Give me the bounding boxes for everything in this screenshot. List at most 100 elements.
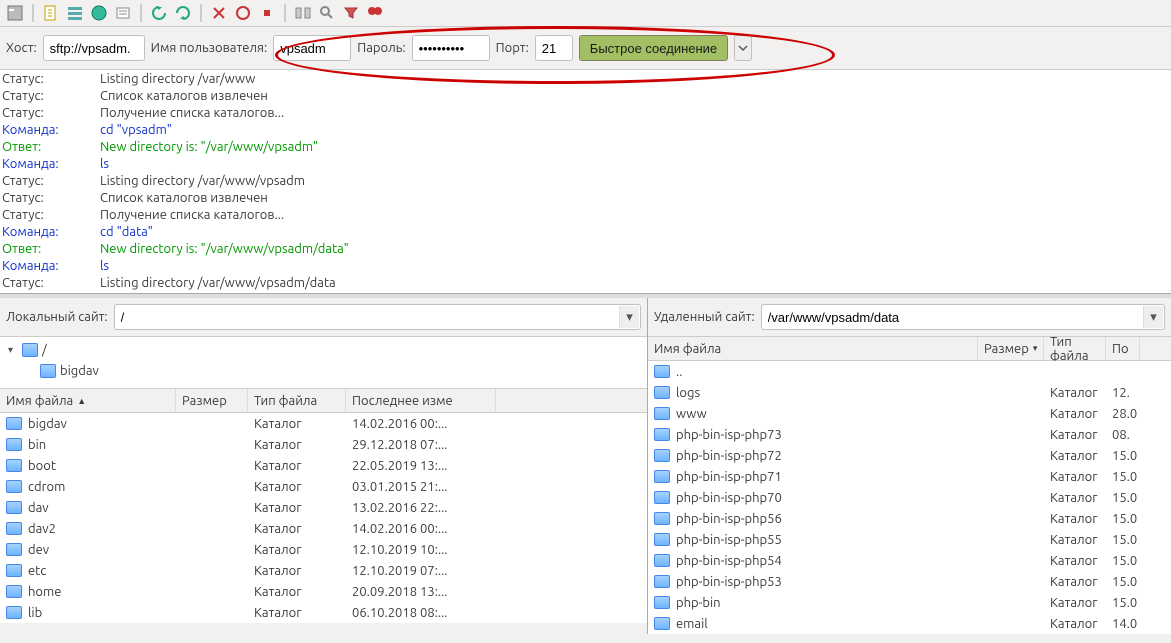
remote-site-bar: Удаленный сайт: ▾ xyxy=(648,298,1171,337)
table-row[interactable]: bootКаталог22.05.2019 13:... xyxy=(0,455,647,476)
pass-input[interactable] xyxy=(412,35,490,61)
search-icon[interactable] xyxy=(318,4,336,22)
folder-icon xyxy=(6,522,22,535)
folder-icon xyxy=(6,459,22,472)
log-label: Ответ: xyxy=(0,139,100,156)
cell-type: Каталог xyxy=(248,417,346,431)
refresh-right-icon[interactable] xyxy=(174,4,192,22)
col-name[interactable]: Имя файла▲ xyxy=(0,389,176,412)
compare-icon[interactable] xyxy=(294,4,312,22)
col-type[interactable]: Тип файла xyxy=(248,389,346,412)
folder-icon xyxy=(6,501,22,514)
remote-path-input[interactable] xyxy=(761,304,1165,330)
log-message: Listing directory /var/www/vpsadm/data xyxy=(100,275,1171,292)
cell-name: php-bin-isp-php53 xyxy=(648,575,978,589)
port-label: Порт: xyxy=(496,41,529,55)
folder-icon xyxy=(654,596,670,609)
folder-icon xyxy=(654,407,670,420)
table-row[interactable]: bigdavКаталог14.02.2016 00:... xyxy=(0,413,647,434)
table-row[interactable]: logsКаталог12. xyxy=(648,382,1171,403)
log-row: Команда:ls xyxy=(0,156,1171,173)
bookmark-icon[interactable] xyxy=(366,4,384,22)
filter-icon[interactable] xyxy=(342,4,360,22)
folder-icon xyxy=(6,438,22,451)
table-row[interactable]: dav2Каталог14.02.2016 00:... xyxy=(0,518,647,539)
folder-icon xyxy=(6,480,22,493)
folder-icon xyxy=(6,606,22,619)
folder-icon xyxy=(654,533,670,546)
table-row[interactable]: php-bin-isp-php71Каталог15.0 xyxy=(648,466,1171,487)
cell-date: 22.05.2019 13:... xyxy=(346,459,496,473)
folder-icon xyxy=(40,364,56,378)
table-row[interactable]: etcКаталог12.10.2019 07:... xyxy=(0,560,647,581)
folder-icon xyxy=(654,512,670,525)
chevron-down-icon[interactable]: ▾ xyxy=(1143,306,1163,328)
local-tree[interactable]: ▾/ bigdav xyxy=(0,337,647,389)
table-row[interactable]: php-bin-isp-php73Каталог08. xyxy=(648,424,1171,445)
table-row[interactable]: davКаталог13.02.2016 22:... xyxy=(0,497,647,518)
cell-name: email xyxy=(648,617,978,631)
chevron-down-icon[interactable]: ▾ xyxy=(619,306,639,328)
tree-label: / xyxy=(42,343,47,357)
col-size[interactable]: Размер xyxy=(176,389,248,412)
table-row[interactable]: binКаталог29.12.2018 07:... xyxy=(0,434,647,455)
table-row[interactable]: php-bin-isp-php53Каталог15.0 xyxy=(648,571,1171,592)
local-site-label: Локальный сайт: xyxy=(6,310,108,324)
table-row[interactable]: homeКаталог20.09.2018 13:... xyxy=(0,581,647,602)
quickconnect-button[interactable]: Быстрое соединение xyxy=(579,35,728,61)
log-row: Статус:Listing directory /var/www/vpsadm… xyxy=(0,275,1171,292)
table-row[interactable]: php-bin-isp-php55Каталог15.0 xyxy=(648,529,1171,550)
user-input[interactable] xyxy=(273,35,351,61)
cell-type: Каталог xyxy=(1044,491,1106,505)
table-row[interactable]: php-bin-isp-php72Каталог15.0 xyxy=(648,445,1171,466)
log-label: Команда: xyxy=(0,156,100,173)
col-type[interactable]: Тип файла xyxy=(1044,337,1106,360)
log-label: Статус: xyxy=(0,207,100,224)
table-row[interactable]: php-bin-isp-php56Каталог15.0 xyxy=(648,508,1171,529)
log-row: Статус:Получение списка каталогов... xyxy=(0,105,1171,122)
remote-file-list[interactable]: ..logsКаталог12.wwwКаталог28.0php-bin-is… xyxy=(648,361,1171,634)
disconnect-icon[interactable] xyxy=(210,4,228,22)
queue-icon[interactable] xyxy=(114,4,132,22)
local-file-list[interactable]: bigdavКаталог14.02.2016 00:...binКаталог… xyxy=(0,413,647,623)
list-icon[interactable] xyxy=(66,4,84,22)
cell-name: php-bin-isp-php70 xyxy=(648,491,978,505)
folder-icon xyxy=(6,543,22,556)
cancel-icon[interactable] xyxy=(258,4,276,22)
sitemanager-icon[interactable] xyxy=(6,4,24,22)
log-message: Listing directory /var/www xyxy=(100,71,1171,88)
cell-type: Каталог xyxy=(1044,407,1106,421)
cell-date: 15.0 xyxy=(1106,449,1140,463)
message-log[interactable]: Статус: Listing directory /var/www Статус:… xyxy=(0,70,1171,294)
log-row: Команда:cd "data" xyxy=(0,224,1171,241)
refresh-left-icon[interactable] xyxy=(150,4,168,22)
col-date[interactable]: По xyxy=(1106,337,1140,360)
col-name[interactable]: Имя файла xyxy=(648,337,978,360)
edit-icon[interactable] xyxy=(42,4,60,22)
cell-name: www xyxy=(648,407,978,421)
col-size[interactable]: Размер▾ xyxy=(978,337,1044,360)
table-row[interactable]: php-bin-isp-php54Каталог15.0 xyxy=(648,550,1171,571)
port-input[interactable] xyxy=(535,35,573,61)
host-input[interactable] xyxy=(43,35,145,61)
cell-date: 28.0 xyxy=(1106,407,1140,421)
table-row[interactable]: php-binКаталог15.0 xyxy=(648,592,1171,613)
table-row[interactable]: cdromКаталог03.01.2015 21:... xyxy=(0,476,647,497)
reconnect-icon[interactable] xyxy=(234,4,252,22)
local-path-input[interactable] xyxy=(114,304,641,330)
cell-name: php-bin-isp-php55 xyxy=(648,533,978,547)
globe-icon[interactable] xyxy=(90,4,108,22)
cell-date: 14.0 xyxy=(1106,617,1140,631)
log-message: ls xyxy=(100,156,1171,173)
table-row[interactable]: www Каталог28.0 xyxy=(648,403,1171,424)
table-row[interactable]: libКаталог06.10.2018 08:... xyxy=(0,602,647,623)
col-date[interactable]: Последнее изме xyxy=(346,389,496,412)
toolbar-separator xyxy=(284,4,286,22)
table-row[interactable]: devКаталог12.10.2019 10:... xyxy=(0,539,647,560)
table-row[interactable]: emailКаталог14.0 xyxy=(648,613,1171,634)
quickconnect-history-dropdown[interactable] xyxy=(734,35,752,61)
log-message: Listing directory /var/www/vpsadm xyxy=(100,173,1171,190)
log-message: New directory is: "/var/www/vpsadm/data" xyxy=(100,241,1171,258)
table-row[interactable]: .. xyxy=(648,361,1171,382)
table-row[interactable]: php-bin-isp-php70Каталог15.0 xyxy=(648,487,1171,508)
